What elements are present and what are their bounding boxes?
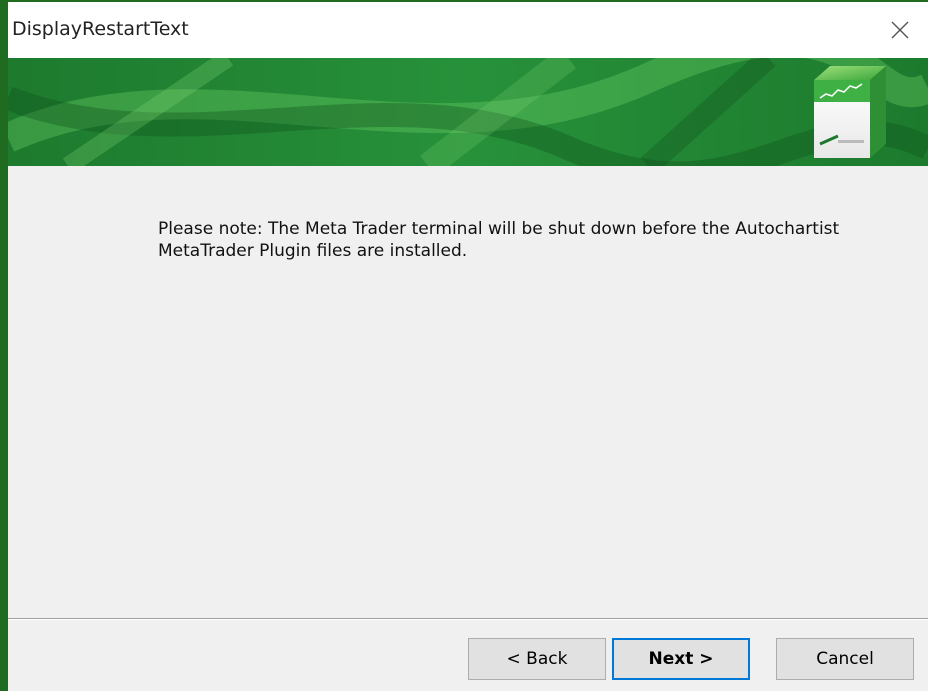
next-button[interactable]: Next > [612,638,750,680]
cancel-button[interactable]: Cancel [776,638,914,680]
product-box-icon [814,66,886,158]
installer-window: DisplayRestartText Please note: The Meta… [0,0,928,691]
window-title: DisplayRestartText [12,18,189,40]
back-button[interactable]: < Back [468,638,606,680]
close-button[interactable] [872,2,928,58]
close-icon [891,21,909,39]
restart-notice-text: Please note: The Meta Trader terminal wi… [158,219,840,261]
banner-graphic [8,58,928,166]
button-divider [8,618,928,620]
header-banner [8,58,928,166]
title-bar[interactable]: DisplayRestartText [8,2,928,58]
